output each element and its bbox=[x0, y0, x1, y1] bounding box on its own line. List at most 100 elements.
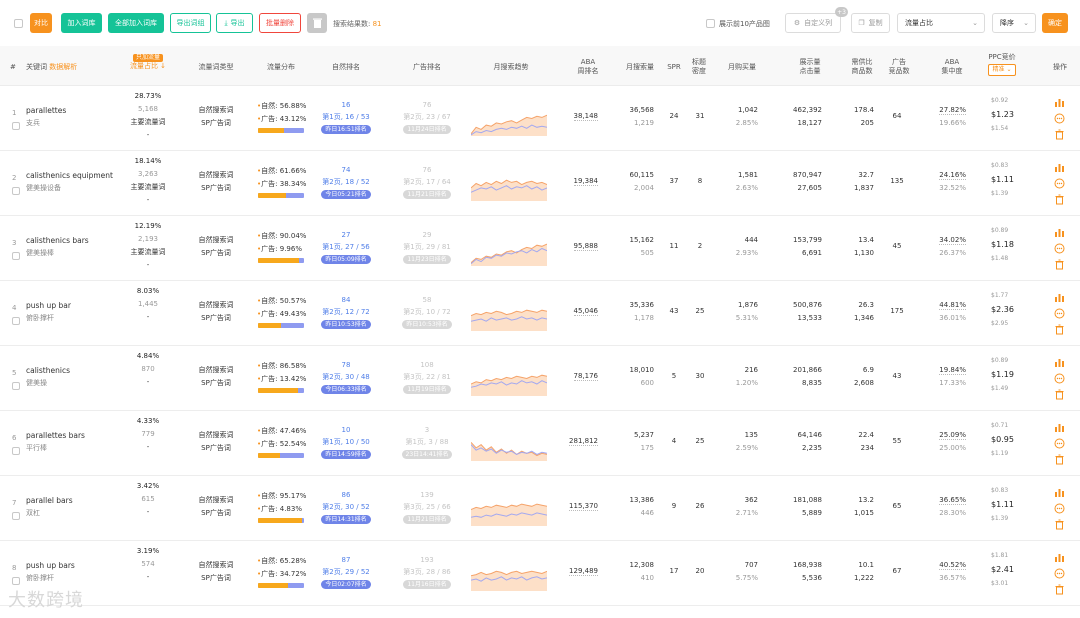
trash-icon[interactable] bbox=[1054, 584, 1065, 595]
row-checkbox[interactable] bbox=[12, 577, 20, 585]
more-icon[interactable] bbox=[1054, 113, 1065, 124]
ppc-low: $0.92 bbox=[991, 97, 1009, 104]
data-interpret-link[interactable]: 数据解析 bbox=[49, 63, 77, 71]
trend-area bbox=[471, 310, 547, 331]
row-checkbox[interactable] bbox=[12, 447, 20, 455]
organic-share: •自然: 95.17% bbox=[257, 492, 307, 500]
confirm-button[interactable]: 确定 bbox=[1042, 13, 1068, 33]
keyword-link[interactable]: parallettes bars bbox=[26, 429, 85, 442]
row-checkbox[interactable] bbox=[12, 252, 20, 260]
compare-button[interactable]: 对比 bbox=[30, 13, 52, 33]
aba-rank: 281,812 bbox=[569, 437, 598, 446]
monthly-trend-chart[interactable] bbox=[471, 556, 547, 591]
organic-fill bbox=[258, 518, 302, 523]
bar-chart-icon[interactable] bbox=[1054, 292, 1065, 303]
keyword-link[interactable]: push up bars bbox=[26, 559, 75, 572]
copy-label: 复制 bbox=[868, 19, 883, 27]
add-to-library-button[interactable]: 加入词库 bbox=[61, 13, 102, 33]
product-count: 234 bbox=[860, 444, 874, 452]
keyword-link[interactable]: push up bar bbox=[26, 299, 71, 312]
bar-chart-icon[interactable] bbox=[1054, 357, 1065, 368]
row-checkbox[interactable] bbox=[12, 382, 20, 390]
monthly-trend-chart[interactable] bbox=[471, 491, 547, 526]
row-checkbox[interactable] bbox=[12, 317, 20, 325]
add-all-to-library-button[interactable]: 全部加入词库 bbox=[108, 13, 164, 33]
keyword-link[interactable]: calisthenics bbox=[26, 364, 70, 377]
table-row[interactable]: 3 calisthenics bars 健美操棒 12.19% 2,193 主要… bbox=[0, 216, 1080, 281]
ad-rank-time: 11月24日排名 bbox=[399, 123, 455, 136]
keyword-link[interactable]: parallettes bbox=[26, 104, 66, 117]
bar-chart-icon[interactable] bbox=[1054, 227, 1065, 238]
export-button[interactable]: ⤓ 导出 bbox=[216, 13, 253, 33]
trash-icon[interactable] bbox=[1054, 129, 1065, 140]
monthly-trend-chart[interactable] bbox=[471, 101, 547, 136]
monthly-trend-chart[interactable] bbox=[471, 166, 547, 201]
trash-icon[interactable] bbox=[1054, 519, 1065, 530]
trash-icon[interactable] bbox=[1054, 324, 1065, 335]
export-keywords-button[interactable]: 导出词组 bbox=[170, 13, 211, 33]
word-type-ad: SP广告词 bbox=[201, 314, 231, 322]
bar-chart-icon[interactable] bbox=[1054, 552, 1065, 563]
col-ppc: PPC竞价 精准 ⌄ bbox=[982, 53, 1022, 76]
monthly-trend-chart[interactable] bbox=[471, 361, 547, 396]
monthly-buy: 1,042 bbox=[737, 106, 758, 114]
keyword-link[interactable]: calisthenics equipment bbox=[26, 169, 113, 182]
monthly-trend-chart[interactable] bbox=[471, 231, 547, 266]
row-checkbox[interactable] bbox=[12, 122, 20, 130]
ad-product-count: 175 bbox=[890, 307, 904, 315]
product-count: 1,346 bbox=[853, 314, 874, 322]
monthly-trend-chart[interactable] bbox=[471, 296, 547, 331]
keyword-link[interactable]: calisthenics bars bbox=[26, 234, 89, 247]
traffic-share-count: 574 bbox=[141, 560, 155, 568]
table-row[interactable]: 6 parallettes bars 平行棒 4.33% 779 - 自然搜索词… bbox=[0, 411, 1080, 476]
monthly-trend-chart[interactable] bbox=[471, 426, 547, 461]
table-row[interactable]: 4 push up bar 俯卧撑杆 8.03% 1,445 - 自然搜索词 S… bbox=[0, 281, 1080, 346]
table-row[interactable]: 2 calisthenics equipment 健美操设备 18.14% 3,… bbox=[0, 151, 1080, 216]
search-result-count: 搜索结果数: 81 bbox=[333, 20, 382, 28]
ad-rank-time: 11月23日排名 bbox=[399, 253, 455, 266]
trash-icon[interactable] bbox=[1054, 389, 1065, 400]
table-row[interactable]: 5 calisthenics 健美操 4.84% 870 - 自然搜索词 SP广… bbox=[0, 346, 1080, 411]
row-checkbox[interactable] bbox=[12, 512, 20, 520]
more-icon[interactable] bbox=[1054, 243, 1065, 254]
more-icon[interactable] bbox=[1054, 438, 1065, 449]
sort-order-select[interactable]: 降序 ⌄ bbox=[992, 13, 1036, 33]
conversion-rate: 2.59% bbox=[735, 444, 758, 452]
col-traffic-share[interactable]: 只加流量 流量占比 ↓ bbox=[126, 53, 170, 71]
aba-concentration: 44.81% bbox=[939, 301, 966, 310]
more-icon[interactable] bbox=[1054, 178, 1065, 189]
trash-button[interactable] bbox=[307, 13, 327, 33]
custom-columns-button[interactable]: ⚙ 自定义列 bbox=[785, 13, 841, 33]
trash-icon[interactable] bbox=[1054, 194, 1065, 205]
supply-ratio: 13.2 bbox=[858, 496, 874, 504]
organic-rank-time: 昨日05:09排名 bbox=[318, 253, 374, 266]
bar-chart-icon[interactable] bbox=[1054, 422, 1065, 433]
bar-chart-icon[interactable] bbox=[1054, 162, 1065, 173]
more-icon[interactable] bbox=[1054, 373, 1065, 384]
table-row[interactable]: 1 parallettes 支兵 28.73% 5,168 主要流量词 - 自然… bbox=[0, 86, 1080, 151]
trash-icon[interactable] bbox=[1054, 259, 1065, 270]
show-top10-checkbox[interactable] bbox=[706, 19, 715, 28]
trend-area bbox=[471, 115, 547, 136]
trend-area bbox=[471, 244, 547, 266]
more-icon[interactable] bbox=[1054, 308, 1065, 319]
bar-chart-icon[interactable] bbox=[1054, 97, 1065, 108]
ppc-match-select[interactable]: 精准 ⌄ bbox=[987, 64, 1017, 76]
trash-icon[interactable] bbox=[1054, 454, 1065, 465]
more-icon[interactable] bbox=[1054, 568, 1065, 579]
keyword-link[interactable]: parallel bars bbox=[26, 494, 73, 507]
clicks: 5,889 bbox=[801, 509, 822, 517]
traffic-distribution-bar bbox=[258, 388, 304, 393]
monthly-search: 36,568 bbox=[629, 106, 655, 114]
more-icon[interactable] bbox=[1054, 503, 1065, 514]
batch-delete-button[interactable]: 批量删除 bbox=[259, 13, 301, 33]
table-row[interactable]: 8 push up bars 俯卧撑杆 3.19% 574 - 自然搜索词 SP… bbox=[0, 541, 1080, 606]
sort-field-select[interactable]: 流量占比 ⌄ bbox=[897, 13, 985, 33]
bar-chart-icon[interactable] bbox=[1054, 487, 1065, 498]
select-all-checkbox[interactable] bbox=[14, 19, 23, 28]
copy-button[interactable]: ❐ 复制 bbox=[851, 13, 890, 33]
row-checkbox[interactable] bbox=[12, 187, 20, 195]
col-ad-products: 广告 竞品数 bbox=[888, 58, 910, 75]
table-row[interactable]: 7 parallel bars 双杠 3.42% 615 - 自然搜索词 SP广… bbox=[0, 476, 1080, 541]
traffic-share: 28.73% bbox=[134, 92, 162, 100]
